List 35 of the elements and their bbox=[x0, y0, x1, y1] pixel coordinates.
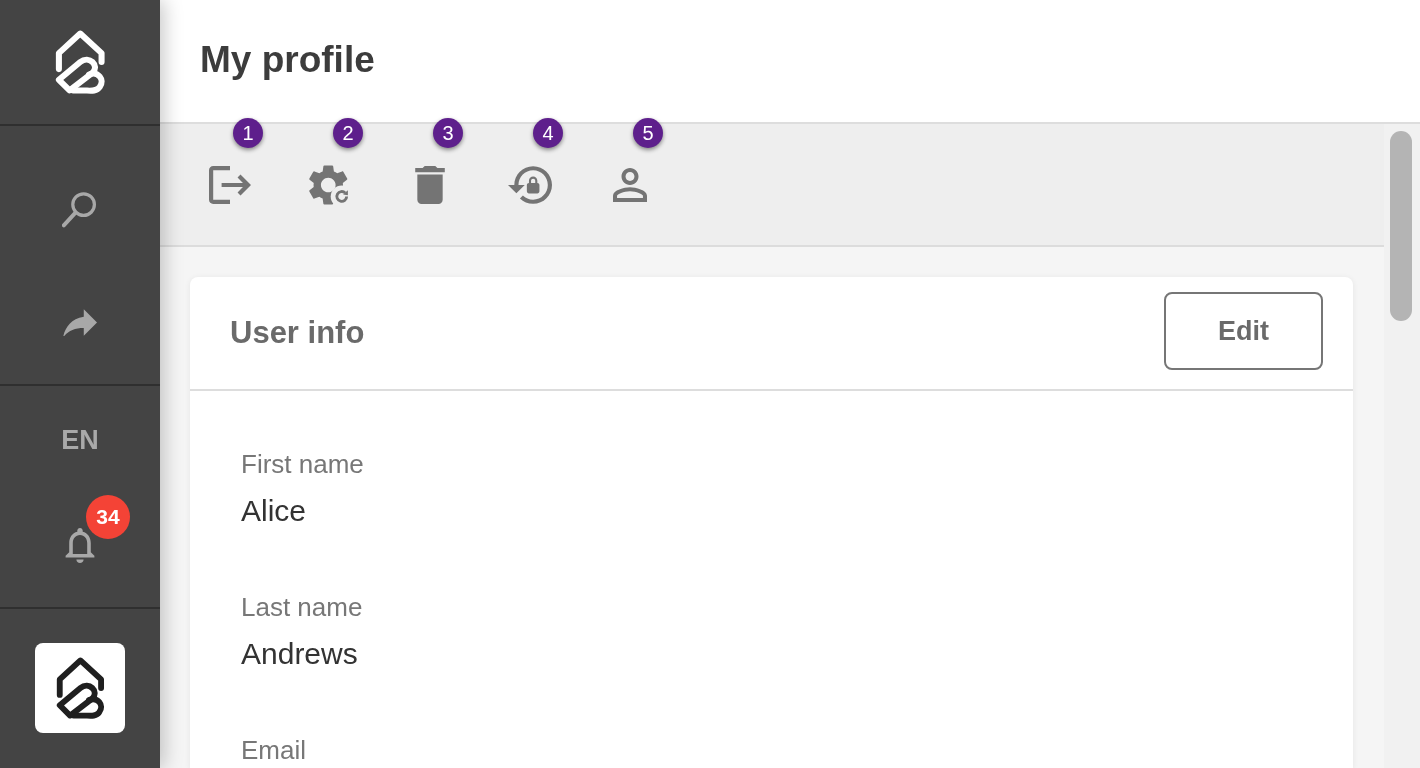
card-title: User info bbox=[230, 314, 365, 352]
step-number-badge: 4 bbox=[533, 118, 563, 148]
toolbar-button[interactable] bbox=[415, 166, 445, 204]
app-logo-tile[interactable] bbox=[35, 643, 125, 733]
step-number-badge: 5 bbox=[633, 118, 663, 148]
forward-arrow-icon bbox=[63, 308, 97, 336]
step-number-badge: 2 bbox=[333, 118, 363, 148]
field-label: First name bbox=[241, 449, 364, 479]
logo-icon bbox=[53, 30, 107, 94]
step-number-badge: 3 bbox=[433, 118, 463, 148]
bell-icon bbox=[63, 527, 97, 563]
person-icon bbox=[613, 168, 647, 202]
lock-reset-icon bbox=[508, 166, 552, 204]
field-label: Last name bbox=[241, 592, 363, 622]
notification-count-badge: 34 bbox=[86, 495, 130, 539]
toolbar-button[interactable] bbox=[209, 166, 251, 204]
notifications-button[interactable] bbox=[63, 527, 97, 563]
logo-icon bbox=[54, 657, 106, 719]
trash-icon bbox=[415, 166, 445, 204]
gear-refresh-icon bbox=[309, 165, 351, 205]
step-number-badge: 1 bbox=[233, 118, 263, 148]
search-button[interactable] bbox=[62, 192, 98, 228]
toolbar-button[interactable] bbox=[613, 168, 647, 202]
scrollbar-thumb[interactable] bbox=[1390, 131, 1412, 321]
field-value: Alice bbox=[241, 493, 307, 529]
exit-arrow-icon bbox=[209, 166, 251, 204]
field-label: Email bbox=[241, 735, 306, 765]
forward-button[interactable] bbox=[63, 308, 97, 336]
language-button[interactable]: EN bbox=[61, 425, 99, 455]
field-value: Andrews bbox=[241, 636, 358, 672]
search-icon bbox=[62, 192, 98, 228]
edit-button[interactable]: Edit bbox=[1164, 292, 1323, 370]
page-title: My profile bbox=[200, 38, 375, 82]
toolbar-button[interactable] bbox=[508, 166, 552, 204]
toolbar-button[interactable] bbox=[309, 165, 351, 205]
